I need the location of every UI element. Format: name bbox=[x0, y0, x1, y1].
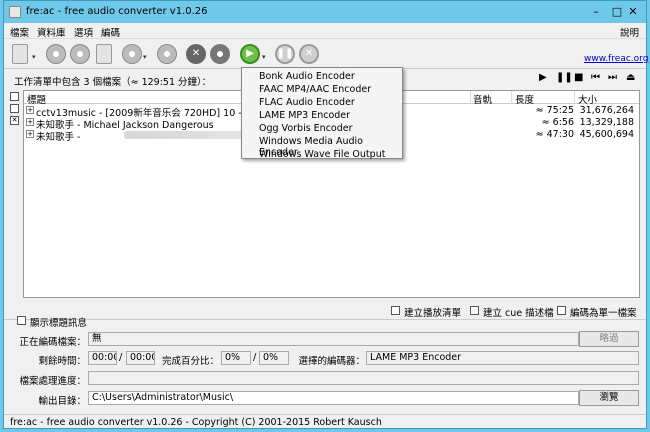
output-dir-input[interactable]: C:\Users\Administrator\Music\ bbox=[88, 391, 579, 405]
job-list-summary: 工作清單中包含 3 個檔案（≈ 129:51 分鐘）： bbox=[14, 77, 212, 88]
toolbar: ▾ ▾ ✕ ▶ ▾ ❚❚ ✕ bbox=[4, 39, 646, 69]
window-title: fre:ac - free audio converter v1.0.26 bbox=[26, 6, 208, 17]
encoding-file-label: 正在編碼檔案： bbox=[19, 337, 86, 348]
close-button[interactable]: ✕ bbox=[622, 3, 644, 21]
file-progress-bar bbox=[88, 371, 639, 385]
column-title[interactable]: 標題 bbox=[27, 92, 46, 106]
menu-database[interactable]: 資料庫 bbox=[37, 25, 66, 39]
select-all-checkbox[interactable] bbox=[10, 92, 19, 101]
next-track-icon[interactable]: ⏭ bbox=[608, 72, 617, 83]
start-encoding-icon[interactable]: ▶ bbox=[240, 44, 260, 64]
minimize-button[interactable]: – bbox=[586, 3, 606, 21]
encoder-option[interactable]: LAME MP3 Encoder bbox=[259, 110, 350, 121]
column-size[interactable]: 大小 bbox=[578, 92, 597, 106]
status-bar: fre:ac - free audio converter v1.0.26 - … bbox=[4, 414, 646, 429]
tools-icon[interactable]: ✕ bbox=[186, 44, 206, 64]
encode-single-checkbox[interactable] bbox=[557, 306, 566, 315]
browse-button[interactable]: 瀏覽 bbox=[579, 390, 639, 406]
menu-file[interactable]: 檔案 bbox=[10, 25, 29, 39]
remaining-time-label: 剩餘時間： bbox=[38, 356, 86, 367]
stop-icon[interactable]: ✕ bbox=[299, 44, 319, 64]
file-info-icon[interactable] bbox=[96, 44, 112, 64]
eject-icon[interactable]: ⏏ bbox=[626, 72, 635, 83]
title-bar[interactable]: fre:ac - free audio converter v1.0.26 – … bbox=[4, 1, 646, 23]
encoder-option[interactable]: FLAC Audio Encoder bbox=[259, 97, 355, 108]
progress-label: 檔案處理進度： bbox=[19, 376, 86, 387]
encoder-option[interactable]: Ogg Vorbis Encoder bbox=[259, 123, 353, 134]
menu-bar: 檔案 資料庫 選項 編碼 說明 bbox=[4, 23, 646, 39]
expand-icon[interactable]: + bbox=[26, 106, 34, 114]
encoder-dropdown-menu: Bonk Audio Encoder FAAC MP4/AAC Encoder … bbox=[241, 67, 403, 160]
play-icon[interactable]: ▶ bbox=[539, 72, 547, 83]
pause-icon[interactable]: ❚❚ bbox=[275, 44, 295, 64]
row-1-checkbox[interactable] bbox=[10, 104, 19, 113]
expand-icon[interactable]: + bbox=[26, 130, 34, 138]
percent-total-field: 0% bbox=[259, 351, 289, 365]
percent-field: 0% bbox=[221, 351, 251, 365]
menu-encode[interactable]: 編碼 bbox=[101, 25, 120, 39]
row-2-checkbox[interactable]: ✕ bbox=[10, 116, 19, 125]
show-title-info-checkbox[interactable] bbox=[17, 316, 26, 325]
add-files-dropdown-icon[interactable]: ▾ bbox=[32, 53, 36, 61]
column-length[interactable]: 長度 bbox=[515, 92, 534, 106]
website-link[interactable]: www.freac.org bbox=[584, 54, 648, 64]
status-bar-text: fre:ac - free audio converter v1.0.26 - … bbox=[10, 417, 382, 428]
encoder-dropdown-icon[interactable]: ▾ bbox=[262, 53, 266, 61]
encoder-option[interactable]: Bonk Audio Encoder bbox=[259, 71, 355, 82]
app-window: fre:ac - free audio converter v1.0.26 – … bbox=[3, 0, 648, 429]
total-time-field: 00:00 bbox=[126, 351, 155, 365]
encoding-file-field: 無 bbox=[88, 332, 579, 346]
cddb-query-icon[interactable] bbox=[122, 44, 142, 64]
previous-track-icon[interactable]: ⏮ bbox=[591, 72, 600, 83]
encoder-option[interactable]: Windows Wave File Output bbox=[259, 149, 385, 160]
menu-help[interactable]: 說明 bbox=[620, 25, 639, 39]
pause-playback-icon[interactable]: ❚❚ bbox=[556, 72, 573, 83]
cd-drive-icon[interactable] bbox=[46, 44, 66, 64]
column-track[interactable]: 音軌 bbox=[473, 92, 492, 106]
cddb-dropdown-icon[interactable]: ▾ bbox=[143, 53, 147, 61]
percent-label: 完成百分比： bbox=[161, 356, 219, 367]
add-files-icon[interactable] bbox=[12, 44, 28, 64]
output-dir-label: 輸出目錄： bbox=[38, 396, 86, 407]
cddb-submit-icon[interactable] bbox=[157, 44, 177, 64]
expand-icon[interactable]: + bbox=[26, 118, 34, 126]
stop-playback-icon[interactable]: ■ bbox=[574, 72, 583, 83]
selected-encoder-label: 選擇的編碼器： bbox=[298, 356, 365, 367]
encoder-option[interactable]: FAAC MP4/AAC Encoder bbox=[259, 84, 371, 95]
gear-icon[interactable] bbox=[210, 44, 230, 64]
skip-button[interactable]: 略過 bbox=[579, 331, 639, 347]
menu-options[interactable]: 選項 bbox=[74, 25, 93, 39]
create-playlist-checkbox[interactable] bbox=[391, 306, 400, 315]
app-icon bbox=[9, 6, 21, 18]
selected-encoder-field: LAME MP3 Encoder bbox=[366, 351, 639, 365]
music-disc-icon[interactable] bbox=[70, 44, 90, 64]
remaining-time-field: 00:00 bbox=[88, 351, 117, 365]
create-cue-checkbox[interactable] bbox=[470, 306, 479, 315]
